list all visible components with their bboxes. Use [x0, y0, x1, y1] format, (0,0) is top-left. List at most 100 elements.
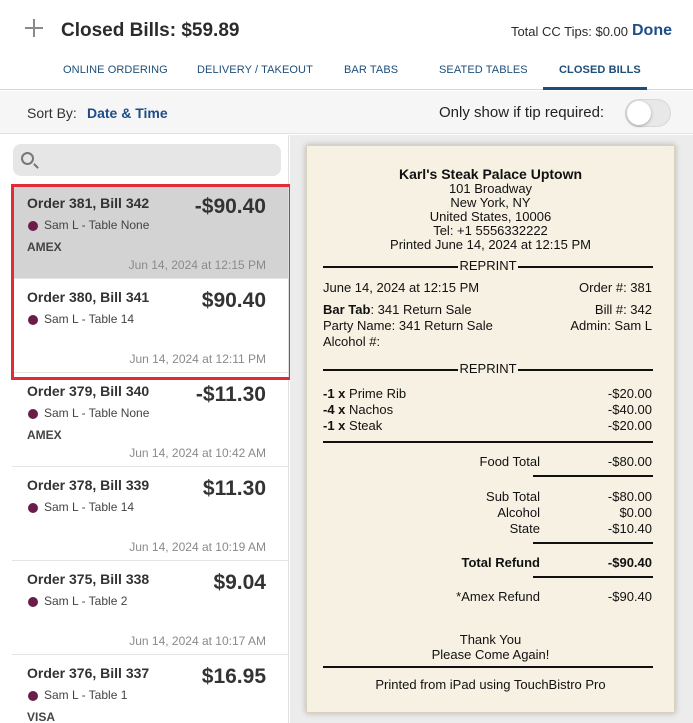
divider-line [533, 542, 653, 544]
reprint-divider: REPRINT [323, 258, 653, 273]
done-button[interactable]: Done [632, 22, 672, 40]
total-refund-label: Total Refund [461, 555, 540, 570]
bill-amount: $16.95 [201, 665, 266, 688]
bill-amount: -$11.30 [195, 383, 266, 406]
address-line-1: 101 Broadway [448, 181, 533, 196]
search-input[interactable] [43, 148, 273, 172]
address-line-2: New York, NY [450, 195, 531, 210]
item-price: -$20.00 [607, 386, 652, 401]
active-tab-indicator [543, 87, 647, 90]
tab-bar: ONLINE ORDERING DELIVERY / TAKEOUT BAR T… [0, 58, 693, 90]
order-number: Order #: 381 [579, 280, 652, 295]
come-again: Please Come Again! [431, 647, 550, 662]
bill-row[interactable]: Order 380, Bill 341 $90.40 Sam L - Table… [12, 279, 288, 373]
receipt: Karl's Steak Palace Uptown 101 Broadway … [306, 145, 675, 713]
sort-bar: Sort By: Date & Time Only show if tip re… [0, 91, 693, 134]
server-dot [28, 597, 38, 607]
subtotal-label: Sub Total [486, 489, 540, 504]
item-qty: -1 x [323, 386, 346, 401]
line-item: -1 x Prime Rib [323, 386, 406, 401]
search-bar[interactable] [13, 144, 281, 176]
bill-server: Sam L - Table 14 [44, 500, 135, 514]
bar-tab-value: : 341 Return Sale [370, 302, 472, 317]
bill-time: Jun 14, 2024 at 12:11 PM [129, 352, 266, 366]
bill-order: Order 375, Bill 338 [27, 571, 150, 587]
bill-payment: AMEX [27, 240, 62, 254]
phone: Tel: +1 5556332222 [433, 223, 548, 238]
tab-online-ordering[interactable]: ONLINE ORDERING [63, 64, 168, 76]
tip-required-label: Only show if tip required: [439, 104, 605, 121]
address-line-3: United States, 10006 [429, 209, 552, 224]
bill-order: Order 376, Bill 337 [27, 665, 150, 681]
bill-time: Jun 14, 2024 at 10:42 AM [129, 446, 266, 460]
bill-row[interactable]: Order 378, Bill 339 $11.30 Sam L - Table… [12, 467, 288, 561]
search-icon [21, 152, 34, 165]
divider-line [323, 666, 653, 668]
bills-list: Order 381, Bill 342 -$90.40 Sam L - Tabl… [0, 135, 289, 723]
divider-line [533, 576, 653, 578]
tab-seated-tables[interactable]: SEATED TABLES [439, 64, 528, 76]
bill-server: Sam L - Table 2 [44, 594, 128, 608]
server-dot [28, 409, 38, 419]
bill-payment: VISA [27, 710, 56, 723]
restaurant-name: Karl's Steak Palace Uptown [398, 166, 583, 182]
state-tax-value: -$10.40 [607, 521, 652, 536]
line-item: -4 x Nachos [323, 402, 393, 417]
bar-tab-label: Bar Tab [323, 302, 371, 317]
header: Closed Bills: $59.89 Total CC Tips: $0.0… [0, 0, 693, 58]
bill-amount: -$90.40 [194, 195, 266, 218]
page-title: Closed Bills: $59.89 [61, 20, 240, 41]
bill-time: Jun 14, 2024 at 10:17 AM [129, 634, 266, 648]
tab-bar-tabs[interactable]: BAR TABS [344, 64, 398, 76]
total-refund-value: -$90.40 [607, 555, 652, 570]
receipt-date: June 14, 2024 at 12:15 PM [323, 280, 480, 295]
food-total-value: -$80.00 [607, 454, 652, 469]
toggle-knob [627, 101, 651, 125]
item-name: Steak [345, 418, 383, 433]
reprint-label: REPRINT [458, 258, 518, 273]
receipt-footer: Printed from iPad using TouchBistro Pro [375, 677, 606, 692]
reprint-divider: REPRINT [323, 361, 653, 376]
server-dot [28, 221, 38, 231]
sort-label: Sort By: [27, 105, 77, 121]
bill-row[interactable]: Order 379, Bill 340 -$11.30 Sam L - Tabl… [12, 373, 288, 467]
bill-payment: AMEX [27, 428, 62, 442]
divider-line [323, 441, 653, 443]
bill-server: Sam L - Table 1 [44, 688, 128, 702]
bill-order: Order 380, Bill 341 [27, 289, 150, 305]
add-icon[interactable] [22, 16, 46, 40]
reprint-label: REPRINT [458, 361, 518, 376]
item-name: Prime Rib [345, 386, 407, 401]
server-dot [28, 691, 38, 701]
tip-required-toggle[interactable] [625, 99, 671, 127]
bill-row[interactable]: Order 375, Bill 338 $9.04 Sam L - Table … [12, 561, 288, 655]
server-dot [28, 315, 38, 325]
bar-tab: Bar Tab: 341 Return Sale [323, 302, 472, 317]
tab-delivery-takeout[interactable]: DELIVERY / TAKEOUT [197, 64, 313, 76]
divider-line [533, 475, 653, 477]
total-cc-tips: Total CC Tips: $0.00 [510, 24, 628, 39]
subtotal-value: -$80.00 [607, 489, 652, 504]
line-item: -1 x Steak [323, 418, 382, 433]
item-name: Nachos [345, 402, 394, 417]
admin-name: Admin: Sam L [570, 318, 652, 333]
party-name: Party Name: 341 Return Sale [323, 318, 493, 333]
bill-time: Jun 14, 2024 at 12:15 PM [128, 258, 266, 272]
server-dot [28, 503, 38, 513]
amex-refund-value: -$90.40 [607, 589, 652, 604]
alcohol-value: $0.00 [619, 505, 652, 520]
bill-order: Order 378, Bill 339 [27, 477, 150, 493]
bill-row[interactable]: Order 381, Bill 342 -$90.40 Sam L - Tabl… [12, 185, 288, 279]
bill-order: Order 379, Bill 340 [27, 383, 150, 399]
bill-server: Sam L - Table None [44, 218, 150, 232]
amex-refund-label: *Amex Refund [456, 589, 540, 604]
tab-closed-bills[interactable]: CLOSED BILLS [559, 64, 641, 76]
item-qty: -4 x [323, 402, 346, 417]
sort-selector[interactable]: Date & Time [87, 105, 168, 121]
receipt-pane: Karl's Steak Palace Uptown 101 Broadway … [290, 135, 693, 723]
item-price: -$20.00 [607, 418, 652, 433]
item-qty: -1 x [323, 418, 346, 433]
item-price: -$40.00 [607, 402, 652, 417]
bill-row[interactable]: Order 376, Bill 337 $16.95 Sam L - Table… [12, 655, 288, 723]
bill-amount: $11.30 [202, 477, 266, 500]
